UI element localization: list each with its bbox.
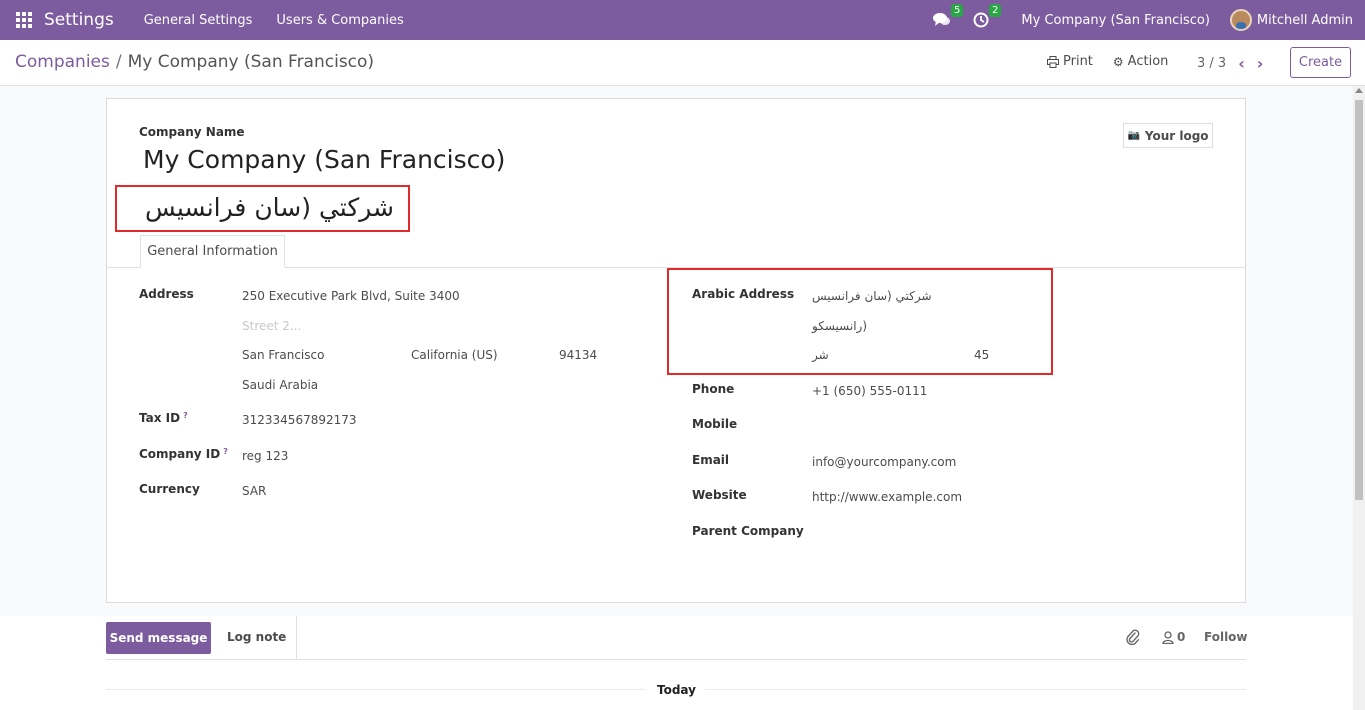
breadcrumb-current: My Company (San Francisco) xyxy=(127,52,375,72)
breadcrumb-companies[interactable]: Companies xyxy=(15,52,110,72)
menu-users-companies[interactable]: Users & Companies xyxy=(276,13,403,28)
company-id-label: Company ID? xyxy=(139,447,228,461)
activities-badge: 2 xyxy=(989,4,1002,17)
followers-count: 0 xyxy=(1177,630,1186,644)
phone-label: Phone xyxy=(692,382,735,396)
mobile-field[interactable] xyxy=(812,419,1012,433)
form-sheet: Company Name My Company (San Francisco) … xyxy=(106,98,1246,603)
followers-button[interactable]: 0 xyxy=(1162,630,1185,644)
arabic-street-field[interactable]: شركتي (سان فرانسيس xyxy=(812,289,932,303)
control-panel: Companies / My Company (San Francisco) Pri… xyxy=(0,40,1365,86)
email-label: Email xyxy=(692,453,730,467)
tax-id-help-icon[interactable]: ? xyxy=(183,411,188,420)
scroll-up-icon[interactable] xyxy=(1355,88,1363,93)
breadcrumb-separator: / xyxy=(115,52,122,72)
send-message-button[interactable]: Send message xyxy=(106,622,211,654)
company-name-arabic-field[interactable]: شركتي (سان فرانسيس xyxy=(145,193,394,222)
print-button[interactable]: Print xyxy=(1047,54,1093,69)
parent-company-label: Parent Company xyxy=(692,524,804,538)
menu-general-settings[interactable]: General Settings xyxy=(144,13,253,28)
country-field[interactable]: Saudi Arabia xyxy=(242,378,318,392)
page-scrollbar[interactable] xyxy=(1353,86,1365,710)
chat-icon xyxy=(933,13,951,26)
arabic-address-label: Arabic Address xyxy=(692,287,795,301)
website-label: Website xyxy=(692,488,747,502)
messages-badge: 5 xyxy=(951,4,964,17)
mobile-label: Mobile xyxy=(692,417,738,431)
print-label: Print xyxy=(1063,54,1093,69)
email-field[interactable]: info@yourcompany.com xyxy=(812,455,956,469)
phone-field[interactable]: +1 (650) 555-0111 xyxy=(812,384,927,398)
chatter: Send message Log note 0 Follow Today xyxy=(0,616,1353,710)
action-button[interactable]: ⚙ Action xyxy=(1113,54,1168,69)
user-icon xyxy=(1162,630,1174,644)
breadcrumb: Companies / My Company (San Francisco) xyxy=(15,52,374,72)
company-id-help-icon[interactable]: ? xyxy=(223,447,228,456)
company-name-field[interactable]: My Company (San Francisco) xyxy=(143,145,505,174)
camera-icon: 📷 xyxy=(1127,130,1140,141)
log-note-button[interactable]: Log note xyxy=(227,630,286,644)
messaging-button[interactable]: 5 xyxy=(933,4,964,28)
company-name-label: Company Name xyxy=(139,125,245,139)
pager-previous-icon[interactable]: ‹ xyxy=(1238,54,1245,73)
city-field[interactable]: San Francisco xyxy=(242,348,324,362)
parent-company-field[interactable] xyxy=(812,526,1012,540)
action-label: Action xyxy=(1127,54,1169,69)
arabic-name-highlight: شركتي (سان فرانسيس xyxy=(115,185,410,232)
arabic-zip-field[interactable]: 45 xyxy=(974,348,989,362)
currency-field[interactable]: SAR xyxy=(242,484,266,498)
user-menu[interactable]: Mitchell Admin xyxy=(1257,13,1353,28)
logo-label: Your logo xyxy=(1144,128,1209,143)
clock-icon xyxy=(973,12,989,28)
currency-label: Currency xyxy=(139,482,200,496)
user-avatar[interactable] xyxy=(1229,9,1252,31)
pager-next-icon[interactable]: › xyxy=(1257,54,1264,73)
company-id-field[interactable]: reg 123 xyxy=(242,449,288,463)
tab-general-information[interactable]: General Information xyxy=(140,235,285,268)
chatter-divider xyxy=(296,616,297,659)
website-field[interactable]: http://www.example.com xyxy=(812,490,962,504)
logo-upload-button[interactable]: 📷 Your logo xyxy=(1123,123,1213,148)
tax-id-field[interactable]: 312334567892173 xyxy=(242,413,357,427)
paperclip-icon[interactable] xyxy=(1126,629,1140,645)
street-field[interactable]: 250 Executive Park Blvd, Suite 3400 xyxy=(242,289,460,303)
chatter-topbar-line xyxy=(106,659,1246,660)
activity-button[interactable]: 2 xyxy=(973,4,1002,28)
arabic-street2-field[interactable]: (رانسيسكو xyxy=(812,319,867,333)
tax-id-label-text: Tax ID xyxy=(139,411,181,425)
pager: 3 / 3 ‹ › xyxy=(1197,54,1263,73)
state-field[interactable]: California (US) xyxy=(411,348,498,362)
company-switcher[interactable]: My Company (San Francisco) xyxy=(1021,13,1209,28)
tax-id-label: Tax ID? xyxy=(139,411,188,425)
app-title[interactable]: Settings xyxy=(44,10,114,30)
scrollbar-thumb[interactable] xyxy=(1355,100,1363,500)
create-button[interactable]: Create xyxy=(1290,47,1351,78)
address-label: Address xyxy=(139,287,194,301)
arabic-city-field[interactable]: شر xyxy=(812,348,829,362)
print-icon xyxy=(1047,55,1059,68)
today-separator: Today xyxy=(657,683,696,697)
follow-button[interactable]: Follow xyxy=(1204,630,1248,644)
apps-menu-icon[interactable] xyxy=(16,12,32,28)
top-navbar: Settings General Settings Users & Compan… xyxy=(0,0,1365,40)
company-id-label-text: Company ID xyxy=(139,447,221,461)
pager-value[interactable]: 3 / 3 xyxy=(1197,56,1226,71)
gear-icon: ⚙ xyxy=(1112,54,1124,69)
zip-field[interactable]: 94134 xyxy=(559,348,597,362)
street2-field[interactable]: Street 2... xyxy=(242,319,301,333)
